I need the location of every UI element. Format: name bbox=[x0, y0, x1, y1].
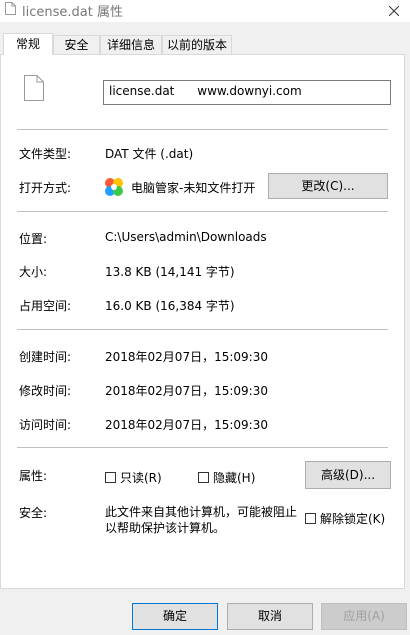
unblock-label[interactable]: 解除锁定(K) bbox=[320, 510, 385, 527]
document-icon bbox=[24, 75, 44, 101]
size-label: 大小: bbox=[19, 265, 48, 279]
window-title: license.dat 属性 bbox=[22, 5, 123, 20]
separator bbox=[17, 211, 388, 212]
opens-with-label: 打开方式: bbox=[19, 181, 72, 195]
tab-security[interactable]: 安全 bbox=[53, 35, 100, 54]
tab-previous-versions[interactable]: 以前的版本 bbox=[162, 35, 232, 54]
readonly-checkbox[interactable] bbox=[105, 472, 116, 483]
hidden-checkbox[interactable] bbox=[198, 472, 209, 483]
tencent-pc-manager-icon bbox=[105, 178, 123, 196]
hidden-label[interactable]: 隐藏(H) bbox=[213, 469, 255, 486]
location-value: C:\Users\admin\Downloads bbox=[105, 230, 267, 244]
unblock-checkbox[interactable] bbox=[305, 513, 316, 524]
ok-button[interactable]: 确定 bbox=[132, 603, 218, 630]
size-on-disk-label: 占用空间: bbox=[19, 299, 72, 313]
accessed-label: 访问时间: bbox=[19, 418, 72, 432]
separator bbox=[17, 329, 388, 330]
modified-value: 2018年02月07日，15:09:30 bbox=[105, 384, 268, 398]
title-bar: license.dat 属性 bbox=[0, 0, 410, 22]
accessed-value: 2018年02月07日，15:09:30 bbox=[105, 418, 268, 432]
tab-details[interactable]: 详细信息 bbox=[100, 35, 162, 54]
advanced-button[interactable]: 高级(D)... bbox=[305, 461, 391, 489]
location-label: 位置: bbox=[19, 232, 48, 246]
opens-with-value: 电脑管家-未知文件打开 bbox=[131, 181, 256, 195]
security-text-line-1: 此文件来自其他计算机，可能被阻止 bbox=[105, 505, 298, 519]
separator bbox=[17, 129, 388, 130]
size-on-disk-value: 16.0 KB (16,384 字节) bbox=[105, 299, 235, 313]
security-text-line-2: 以帮助保护该计算机。 bbox=[105, 521, 226, 535]
separator bbox=[17, 447, 388, 448]
file-type-value: DAT 文件 (.dat) bbox=[105, 147, 194, 161]
readonly-label[interactable]: 只读(R) bbox=[120, 469, 162, 486]
tab-general[interactable]: 常规 bbox=[3, 33, 53, 55]
cancel-button[interactable]: 取消 bbox=[227, 603, 313, 630]
filename-field[interactable]: license.dat www.downyi.com bbox=[103, 80, 391, 105]
created-label: 创建时间: bbox=[19, 350, 72, 364]
file-type-label: 文件类型: bbox=[19, 147, 72, 161]
size-value: 13.8 KB (14,141 字节) bbox=[105, 265, 235, 279]
security-label: 安全: bbox=[19, 506, 48, 520]
document-icon bbox=[5, 2, 16, 15]
attributes-label: 属性: bbox=[19, 469, 48, 483]
change-button[interactable]: 更改(C)... bbox=[268, 173, 388, 199]
created-value: 2018年02月07日，15:09:30 bbox=[105, 350, 268, 364]
apply-button[interactable]: 应用(A) bbox=[321, 603, 407, 630]
modified-label: 修改时间: bbox=[19, 384, 72, 398]
close-icon bbox=[389, 6, 399, 16]
close-button[interactable] bbox=[378, 0, 410, 22]
